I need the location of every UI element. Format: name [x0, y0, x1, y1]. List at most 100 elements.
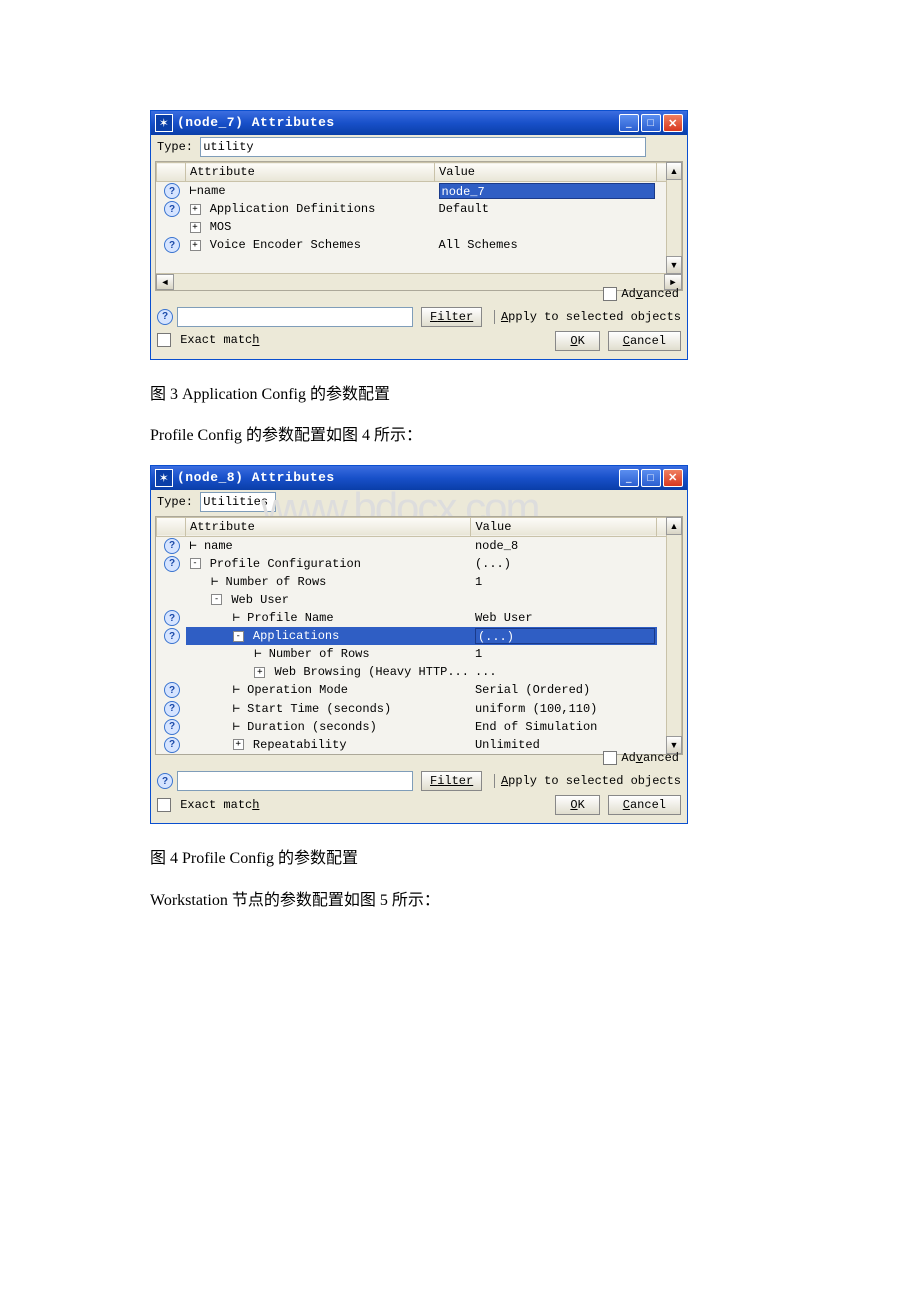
table-row[interactable]: ? ⊢ Operation ModeSerial (Ordered): [157, 681, 682, 699]
tree-expander-icon[interactable]: -: [190, 558, 201, 569]
attribute-value[interactable]: uniform (100,110): [471, 700, 657, 718]
help-icon[interactable]: ?: [164, 538, 180, 554]
help-icon[interactable]: ?: [164, 556, 180, 572]
maximize-button[interactable]: □: [641, 114, 661, 132]
attribute-value[interactable]: Web User: [471, 609, 657, 627]
attribute-value[interactable]: Default: [435, 200, 657, 218]
attribute-value[interactable]: (...): [471, 627, 657, 645]
v-scrollbar[interactable]: ▲ ▼: [666, 517, 682, 754]
help-icon[interactable]: ?: [157, 773, 173, 789]
help-icon[interactable]: ?: [164, 737, 180, 753]
attribute-value[interactable]: All Schemes: [435, 236, 657, 254]
attribute-value[interactable]: [471, 591, 657, 609]
help-icon[interactable]: ?: [157, 309, 173, 325]
col-attribute[interactable]: Attribute: [186, 517, 471, 536]
scroll-up-icon[interactable]: ▲: [666, 162, 682, 180]
attribute-value[interactable]: node_7: [435, 182, 657, 201]
attribute-value[interactable]: (...): [471, 555, 657, 573]
tree-expander-icon[interactable]: +: [190, 222, 201, 233]
close-button[interactable]: ✕: [663, 469, 683, 487]
type-field[interactable]: [200, 137, 646, 157]
window-title: (node_7) Attributes: [177, 111, 619, 135]
attribute-grid: Attribute Value ?⊢namenode_7?+ Applicati…: [155, 161, 683, 291]
attribute-value[interactable]: [435, 218, 657, 236]
attribute-name: MOS: [210, 220, 232, 234]
help-icon[interactable]: ?: [164, 701, 180, 717]
advanced-checkbox[interactable]: [603, 751, 617, 765]
table-row[interactable]: ?⊢ namenode_8: [157, 536, 682, 555]
type-label: Type:: [157, 140, 193, 154]
attribute-name: Voice Encoder Schemes: [210, 238, 361, 252]
tree-expander-icon[interactable]: -: [211, 594, 222, 605]
table-row[interactable]: ⊢ Number of Rows1: [157, 645, 682, 663]
tree-expander-icon[interactable]: +: [233, 739, 244, 750]
maximize-button[interactable]: □: [641, 469, 661, 487]
help-icon[interactable]: ?: [164, 719, 180, 735]
tree-indent: [190, 720, 233, 734]
attribute-name: Operation Mode: [247, 683, 348, 697]
table-row[interactable]: + MOS: [157, 218, 682, 236]
titlebar[interactable]: ✶ (node_7) Attributes _ □ ✕: [151, 111, 687, 135]
ok-button[interactable]: OK: [555, 795, 599, 815]
help-icon[interactable]: ?: [164, 610, 180, 626]
advanced-label: Advanced: [621, 287, 679, 301]
filter-input[interactable]: [177, 307, 413, 327]
tree-indent: [190, 702, 233, 716]
table-row[interactable]: ?+ Application DefinitionsDefault: [157, 200, 682, 218]
minimize-button[interactable]: _: [619, 469, 639, 487]
app-icon: ✶: [155, 114, 173, 132]
help-icon[interactable]: ?: [164, 201, 180, 217]
table-row[interactable]: ?- Profile Configuration(...): [157, 555, 682, 573]
attribute-value[interactable]: Serial (Ordered): [471, 681, 657, 699]
attribute-value[interactable]: ...: [471, 663, 657, 681]
exact-match-checkbox[interactable]: [157, 333, 171, 347]
scroll-up-icon[interactable]: ▲: [666, 517, 682, 535]
attribute-value[interactable]: 1: [471, 573, 657, 591]
table-row[interactable]: ? + Voice Encoder Schemes All Schemes: [157, 236, 682, 254]
titlebar[interactable]: ✶ (node_8) Attributes _ □ ✕: [151, 466, 687, 490]
cancel-button[interactable]: Cancel: [608, 331, 681, 351]
help-icon[interactable]: ?: [164, 183, 180, 199]
cancel-button[interactable]: Cancel: [608, 795, 681, 815]
col-attribute[interactable]: Attribute: [186, 163, 435, 182]
exact-match-checkbox[interactable]: [157, 798, 171, 812]
exact-match-label: Exact match: [180, 334, 259, 348]
attribute-name: Number of Rows: [226, 575, 327, 589]
attribute-value[interactable]: 1: [471, 645, 657, 663]
help-icon[interactable]: ?: [164, 682, 180, 698]
table-row[interactable]: ?⊢namenode_7: [157, 182, 682, 201]
table-row[interactable]: + Web Browsing (Heavy HTTP......: [157, 663, 682, 681]
advanced-checkbox[interactable]: [603, 287, 617, 301]
filter-input[interactable]: [177, 771, 413, 791]
tree-expander-icon[interactable]: +: [190, 204, 201, 215]
table-row[interactable]: ? ⊢ Profile NameWeb User: [157, 609, 682, 627]
help-icon[interactable]: ?: [164, 628, 180, 644]
attribute-name: Profile Name: [247, 611, 333, 625]
minimize-button[interactable]: _: [619, 114, 639, 132]
attribute-name: name: [204, 539, 233, 553]
ok-button[interactable]: OK: [555, 331, 599, 351]
help-icon[interactable]: ?: [164, 237, 180, 253]
table-row[interactable]: ? - Applications(...): [157, 627, 682, 645]
filter-button[interactable]: Filter: [421, 771, 482, 791]
attribute-value[interactable]: node_8: [471, 536, 657, 555]
app-icon: ✶: [155, 469, 173, 487]
table-row[interactable]: - Web User: [157, 591, 682, 609]
table-row[interactable]: ⊢ Number of Rows1: [157, 573, 682, 591]
attributes-window-node8: ✶ (node_8) Attributes _ □ ✕ Type: www.bd…: [150, 465, 688, 824]
tree-expander-icon[interactable]: +: [190, 240, 201, 251]
close-button[interactable]: ✕: [663, 114, 683, 132]
table-row[interactable]: ? ⊢ Duration (seconds)End of Simulation: [157, 718, 682, 736]
attribute-value[interactable]: End of Simulation: [471, 718, 657, 736]
v-scrollbar[interactable]: ▲ ▼: [666, 162, 682, 274]
type-field[interactable]: [200, 492, 276, 512]
table-row[interactable]: ? ⊢ Start Time (seconds)uniform (100,110…: [157, 700, 682, 718]
col-value[interactable]: Value: [435, 163, 657, 182]
filter-button[interactable]: Filter: [421, 307, 482, 327]
tree-expander-icon[interactable]: -: [233, 631, 244, 642]
scroll-down-icon[interactable]: ▼: [666, 256, 682, 274]
col-value[interactable]: Value: [471, 517, 657, 536]
tree-indent: [190, 611, 233, 625]
scroll-left-icon[interactable]: ◄: [156, 274, 174, 290]
tree-expander-icon[interactable]: +: [254, 667, 265, 678]
